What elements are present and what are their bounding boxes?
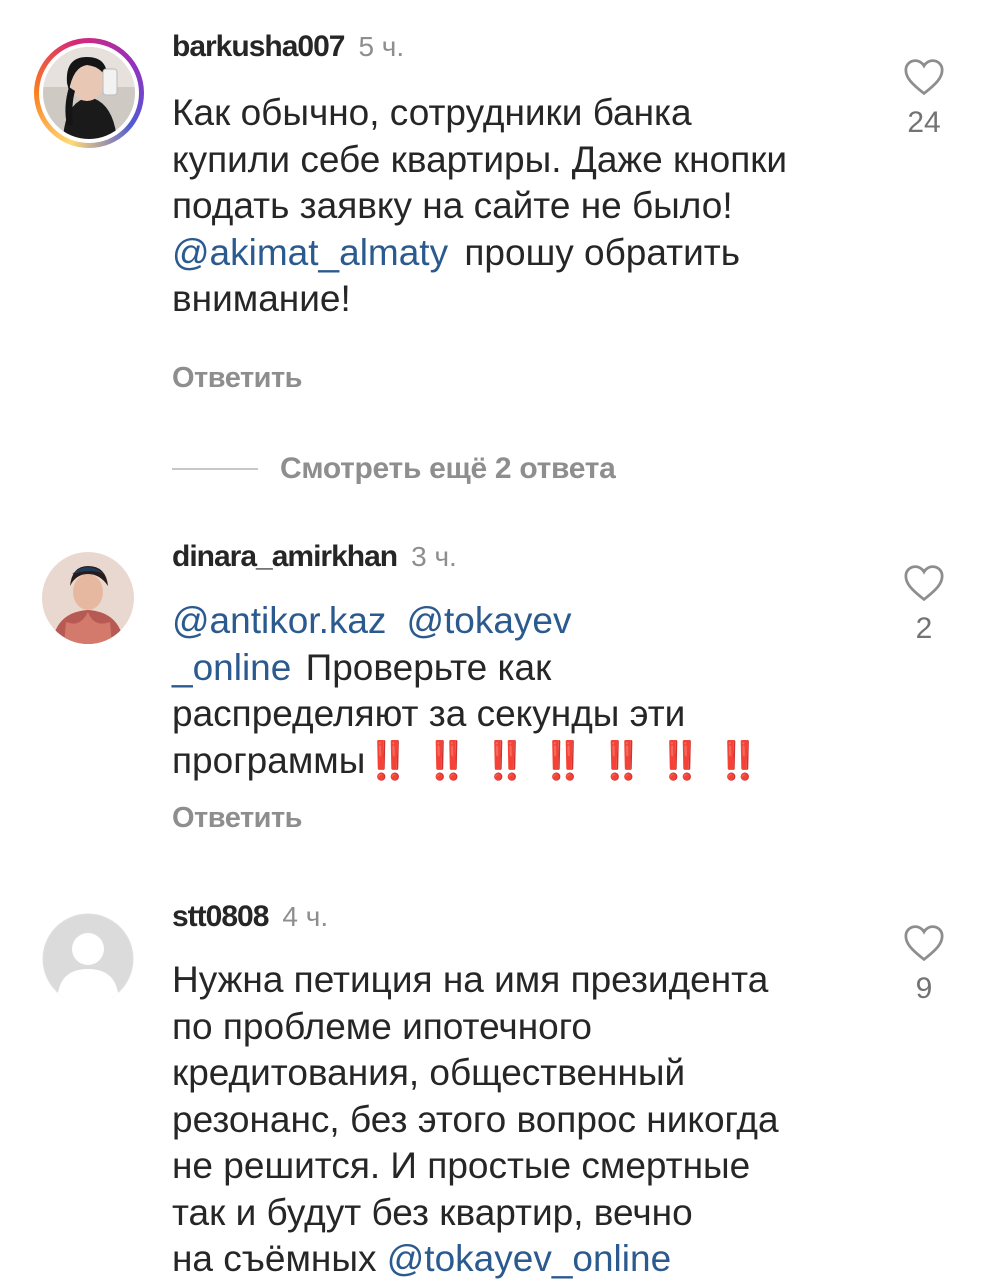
username[interactable]: barkusha007 — [172, 30, 345, 63]
comment-text: @antikor.kaz @tokayev _online Проверьте к… — [172, 600, 763, 781]
reply-button[interactable]: Ответить — [172, 362, 303, 395]
like-button[interactable]: 24 — [896, 58, 952, 140]
heart-outline-icon[interactable] — [903, 924, 945, 962]
username[interactable]: stt0808 — [172, 900, 269, 933]
mention-link[interactable]: @akimat_almaty — [172, 232, 448, 273]
like-button[interactable]: 2 — [896, 564, 952, 646]
username[interactable]: dinara_amirkhan — [172, 540, 398, 573]
like-count: 9 — [915, 972, 933, 1005]
mention-link[interactable]: @tokayev_online — [387, 1238, 671, 1279]
view-more-replies[interactable]: Смотреть ещё 2 ответа — [172, 452, 616, 486]
comment-text: Как обычно, сотрудники банка купили себе… — [172, 92, 788, 319]
timestamp: 4 ч. — [282, 901, 329, 932]
mention-link[interactable]: @antikor.kaz — [172, 600, 386, 641]
like-count: 2 — [915, 612, 933, 645]
mention-link[interactable]: _online — [172, 647, 291, 688]
timestamp: 5 ч. — [358, 31, 405, 62]
heart-outline-icon[interactable] — [903, 564, 945, 602]
story-ring[interactable] — [34, 38, 144, 148]
timestamp: 3 ч. — [411, 541, 457, 572]
like-button[interactable]: 9 — [896, 924, 952, 1006]
exclamation-emojis: ‼️ ‼️ ‼️ ‼️ ‼️ ‼️ ‼️ — [365, 739, 763, 781]
heart-outline-icon[interactable] — [903, 58, 945, 96]
divider-line — [172, 468, 258, 470]
default-avatar-icon[interactable] — [42, 913, 134, 1005]
avatar[interactable] — [42, 552, 134, 644]
avatar[interactable] — [43, 47, 135, 139]
mention-link[interactable]: @tokayev — [406, 600, 571, 641]
view-more-label[interactable]: Смотреть ещё 2 ответа — [280, 452, 616, 486]
comment-text: Нужна петиция на имя президента по пробл… — [172, 959, 779, 1279]
like-count: 24 — [907, 106, 941, 139]
reply-button[interactable]: Ответить — [172, 802, 303, 835]
